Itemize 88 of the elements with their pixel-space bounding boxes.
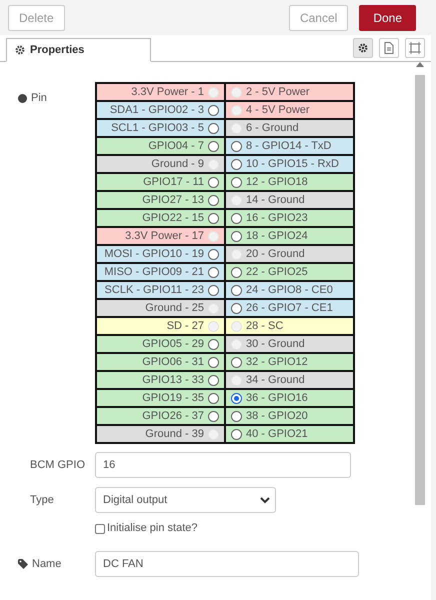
pin-label: Pin bbox=[31, 92, 47, 104]
pin-radio[interactable] bbox=[208, 410, 219, 422]
name-field[interactable]: DC FAN bbox=[95, 551, 359, 577]
pin-label: GPIO17 - 11 bbox=[143, 176, 204, 188]
dot-icon bbox=[18, 94, 27, 102]
gear-icon bbox=[15, 45, 25, 55]
pin-label: SCLK - GPIO11 - 23 bbox=[104, 284, 204, 296]
description-button[interactable] bbox=[379, 38, 399, 58]
pin-label: 4 - 5V Power bbox=[246, 104, 310, 116]
pin-label: 3.3V Power - 17 bbox=[125, 230, 204, 242]
type-label: Type bbox=[29, 494, 55, 506]
pin-label: 2 - 5V Power bbox=[246, 86, 310, 98]
caret-icon bbox=[260, 496, 270, 504]
pin-label: GPIO26 - 37 bbox=[142, 410, 204, 422]
pin-radio[interactable] bbox=[231, 212, 242, 224]
pin-label: 38 - GPIO20 bbox=[246, 410, 308, 422]
gear-icon bbox=[358, 43, 368, 53]
pin-label: 18 - GPIO24 bbox=[246, 230, 308, 242]
pin-radio[interactable] bbox=[208, 104, 219, 116]
type-dropdown[interactable]: Digital output bbox=[95, 487, 276, 513]
pin-label: GPIO13 - 33 bbox=[142, 374, 204, 386]
pin-label: 12 - GPIO18 bbox=[246, 176, 308, 188]
checkbox[interactable] bbox=[95, 524, 105, 534]
document-icon bbox=[384, 42, 394, 54]
properties-tab[interactable]: Properties bbox=[6, 38, 151, 62]
pin-radio[interactable] bbox=[208, 140, 219, 152]
pin-label: Ground - 39 bbox=[145, 428, 204, 440]
pin-radio[interactable] bbox=[231, 266, 242, 278]
pin-label: 22 - GPIO25 bbox=[246, 266, 308, 278]
pin-radio[interactable] bbox=[208, 122, 219, 134]
pin-label: 14 - Ground bbox=[246, 194, 305, 206]
pin-radio[interactable] bbox=[208, 194, 219, 206]
pin-label: 6 - Ground bbox=[246, 122, 299, 134]
bcm-gpio-label: BCM GPIO bbox=[29, 459, 86, 471]
bcm-gpio-field[interactable]: 16 bbox=[95, 452, 351, 478]
scrollbar[interactable] bbox=[415, 75, 425, 505]
pin-label: 16 - GPIO23 bbox=[246, 212, 308, 224]
done-button[interactable]: Done bbox=[359, 4, 416, 30]
pin-radio[interactable] bbox=[231, 230, 242, 242]
pin-label: 30 - Ground bbox=[246, 338, 305, 350]
pin-radio[interactable] bbox=[231, 428, 242, 440]
pin-label: MOSI - GPIO10 - 19 bbox=[104, 248, 204, 260]
checkbox-label: Initialise pin state? bbox=[107, 522, 198, 534]
pin-radio[interactable] bbox=[231, 140, 242, 152]
pin-radio[interactable] bbox=[208, 284, 219, 296]
pin-radio[interactable] bbox=[231, 284, 242, 296]
pin-radio[interactable] bbox=[231, 392, 242, 404]
pin-label: SCL1 - GPIO03 - 5 bbox=[111, 122, 204, 134]
settings-button[interactable] bbox=[353, 38, 373, 58]
pin-label: GPIO06 - 31 bbox=[142, 356, 204, 368]
tag-icon bbox=[18, 559, 28, 569]
pin-label: 26 - GPIO7 - CE1 bbox=[246, 302, 333, 314]
pin-label: 40 - GPIO21 bbox=[246, 428, 308, 440]
pin-radio[interactable] bbox=[208, 392, 219, 404]
pin-radio[interactable] bbox=[208, 248, 219, 260]
pin-label: MISO - GPIO09 - 21 bbox=[104, 266, 204, 278]
pin-label: 20 - Ground bbox=[246, 248, 305, 260]
pin-label: 32 - GPIO12 bbox=[246, 356, 308, 368]
pin-radio[interactable] bbox=[208, 266, 219, 278]
pin-label: GPIO19 - 35 bbox=[142, 392, 204, 404]
pin-label: GPIO22 - 15 bbox=[142, 212, 204, 224]
pin-label: 24 - GPIO8 - CE0 bbox=[246, 284, 333, 296]
name-label: Name bbox=[32, 558, 62, 570]
pin-label: 36 - GPIO16 bbox=[246, 392, 308, 404]
pin-label: SD - 27 bbox=[166, 320, 204, 332]
pin-label: GPIO27 - 13 bbox=[142, 194, 204, 206]
pin-radio[interactable] bbox=[208, 212, 219, 224]
pin-radio[interactable] bbox=[231, 176, 242, 188]
pin-label: 8 - GPIO14 - TxD bbox=[246, 140, 332, 152]
appearance-button[interactable] bbox=[405, 38, 425, 58]
frame-icon bbox=[409, 42, 421, 54]
pin-radio[interactable] bbox=[231, 356, 242, 368]
pin-label: Ground - 9 bbox=[151, 158, 204, 170]
pin-label: 34 - Ground bbox=[246, 374, 305, 386]
pin-radio[interactable] bbox=[231, 302, 242, 314]
pin-radio[interactable] bbox=[231, 158, 242, 170]
pin-radio[interactable] bbox=[208, 374, 219, 386]
pin-radio[interactable] bbox=[208, 356, 219, 368]
pin-label: 3.3V Power - 1 bbox=[131, 86, 204, 98]
pin-label: Ground - 25 bbox=[145, 302, 204, 314]
pin-label: 10 - GPIO15 - RxD bbox=[246, 158, 339, 170]
pin-label: GPIO05 - 29 bbox=[142, 338, 204, 350]
pin-label: SDA1 - GPIO02 - 3 bbox=[110, 104, 204, 116]
pin-radio[interactable] bbox=[231, 410, 242, 422]
pin-label: GPIO04 - 7 bbox=[148, 140, 204, 152]
pin-radio[interactable] bbox=[208, 338, 219, 350]
pin-label: 28 - SC bbox=[246, 320, 284, 332]
pin-radio[interactable] bbox=[208, 176, 219, 188]
